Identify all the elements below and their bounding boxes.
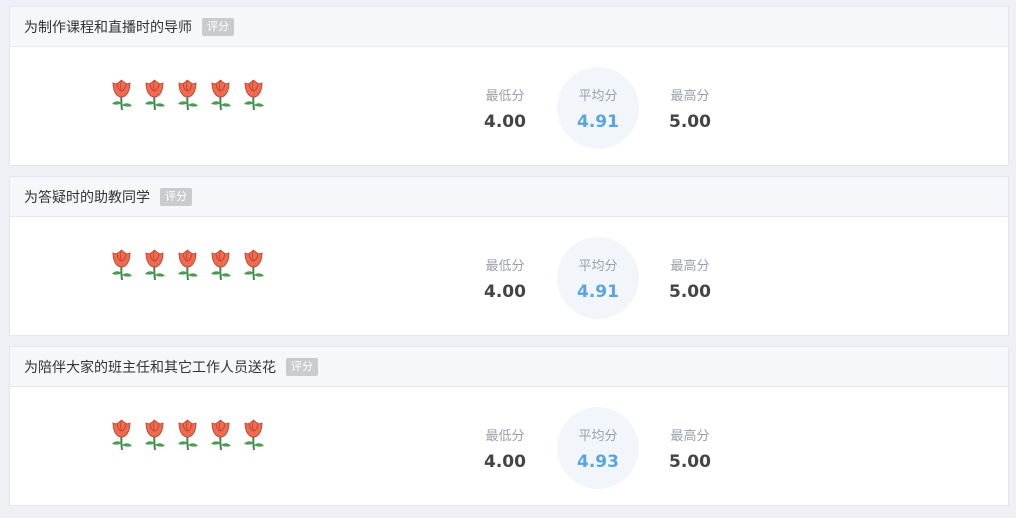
min-score-value: 4.00	[484, 282, 526, 302]
rose-icon[interactable]	[207, 77, 234, 111]
min-score: 最低分 4.00	[465, 425, 545, 472]
max-score-value: 5.00	[669, 112, 711, 132]
card-header: 为制作课程和直播时的导师 评分	[10, 7, 1008, 47]
flower-rating[interactable]	[108, 247, 267, 281]
max-score-value: 5.00	[669, 452, 711, 472]
rose-icon[interactable]	[240, 247, 267, 281]
avg-score: 平均分 4.91	[558, 255, 638, 302]
max-score-label: 最高分	[670, 429, 710, 444]
rose-icon[interactable]	[108, 417, 135, 451]
rating-badge[interactable]: 评分	[286, 357, 318, 376]
card-body: 最低分 4.00 平均分 4.93 最高分 5.00	[10, 387, 1008, 506]
rose-icon[interactable]	[207, 247, 234, 281]
min-score-label: 最低分	[485, 259, 525, 274]
min-score-label: 最低分	[485, 89, 525, 104]
rating-card: 为答疑时的助教同学 评分 最低分 4.00 平均分 4.91 最高分 5.00	[9, 176, 1009, 336]
card-title: 为制作课程和直播时的导师	[24, 19, 192, 36]
card-title: 为陪伴大家的班主任和其它工作人员送花	[24, 359, 276, 376]
avg-score: 平均分 4.91	[558, 85, 638, 132]
rose-icon[interactable]	[141, 247, 168, 281]
flower-rating[interactable]	[108, 77, 267, 111]
rose-icon[interactable]	[240, 417, 267, 451]
flower-rating[interactable]	[108, 417, 267, 451]
avg-score-label: 平均分	[578, 429, 618, 444]
rating-card: 为陪伴大家的班主任和其它工作人员送花 评分 最低分 4.00 平均分 4.93 …	[9, 346, 1009, 506]
max-score: 最高分 5.00	[650, 425, 730, 472]
rose-icon[interactable]	[108, 77, 135, 111]
rose-icon[interactable]	[174, 77, 201, 111]
rose-icon[interactable]	[207, 417, 234, 451]
min-score: 最低分 4.00	[465, 85, 545, 132]
card-title: 为答疑时的助教同学	[24, 189, 150, 206]
avg-score-value: 4.91	[577, 112, 619, 132]
avg-score: 平均分 4.93	[558, 425, 638, 472]
rose-icon[interactable]	[141, 77, 168, 111]
min-score-value: 4.00	[484, 112, 526, 132]
avg-score-label: 平均分	[578, 259, 618, 274]
rose-icon[interactable]	[174, 247, 201, 281]
card-header: 为答疑时的助教同学 评分	[10, 177, 1008, 217]
rose-icon[interactable]	[141, 417, 168, 451]
max-score: 最高分 5.00	[650, 85, 730, 132]
card-body: 最低分 4.00 平均分 4.91 最高分 5.00	[10, 47, 1008, 166]
max-score-label: 最高分	[670, 259, 710, 274]
max-score: 最高分 5.00	[650, 255, 730, 302]
rating-badge[interactable]: 评分	[202, 17, 234, 36]
card-header: 为陪伴大家的班主任和其它工作人员送花 评分	[10, 347, 1008, 387]
max-score-value: 5.00	[669, 282, 711, 302]
min-score: 最低分 4.00	[465, 255, 545, 302]
avg-score-value: 4.91	[577, 282, 619, 302]
min-score-value: 4.00	[484, 452, 526, 472]
rating-badge[interactable]: 评分	[160, 187, 192, 206]
max-score-label: 最高分	[670, 89, 710, 104]
rose-icon[interactable]	[108, 247, 135, 281]
min-score-label: 最低分	[485, 429, 525, 444]
card-body: 最低分 4.00 平均分 4.91 最高分 5.00	[10, 217, 1008, 336]
rose-icon[interactable]	[240, 77, 267, 111]
rating-card: 为制作课程和直播时的导师 评分 最低分 4.00 平均分 4.91 最高分 5.…	[9, 6, 1009, 166]
avg-score-value: 4.93	[577, 452, 619, 472]
avg-score-label: 平均分	[578, 89, 618, 104]
rose-icon[interactable]	[174, 417, 201, 451]
